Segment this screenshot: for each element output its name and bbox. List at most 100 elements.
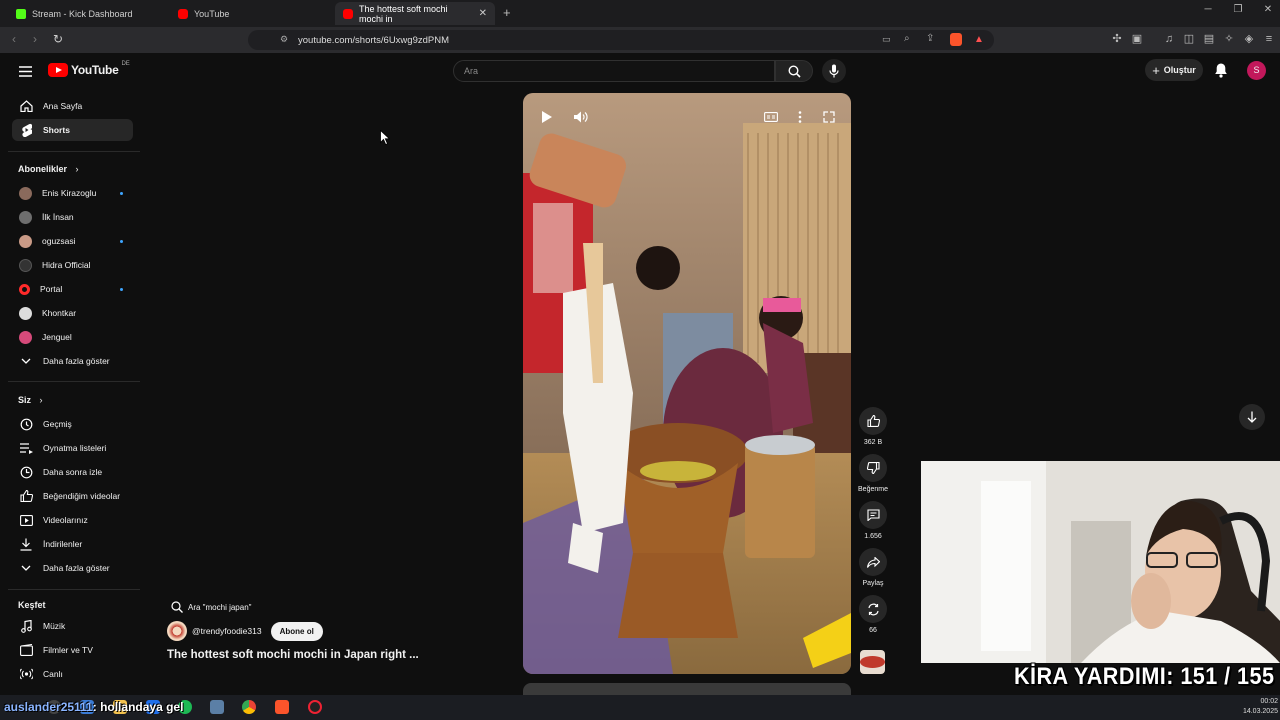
subscriptions-heading[interactable]: Abonelikler › (18, 164, 79, 174)
sidebar-item-ilk-insan[interactable]: İlk İnsan (12, 206, 133, 228)
home-icon (19, 99, 33, 113)
wallet-icon[interactable]: ▤ (1203, 33, 1215, 45)
site-info-icon[interactable]: ⚙ (280, 34, 288, 45)
volume-icon[interactable] (569, 105, 593, 129)
short-title[interactable]: The hottest soft mochi mochi in Japan ri… (167, 649, 419, 661)
channel-avatar[interactable] (167, 621, 187, 641)
maximize-icon[interactable]: ❐ (1223, 4, 1253, 15)
sidebar-item-history[interactable]: Geçmiş (12, 413, 133, 435)
sidebar-item-movies-tv[interactable]: Filmler ve TV (12, 639, 133, 661)
search-input[interactable]: Ara (453, 60, 775, 82)
show-more-you[interactable]: Daha fazla göster (12, 557, 133, 579)
tab-kick-dashboard[interactable]: Stream - Kick Dashboard (8, 2, 168, 25)
sidebar-item-label: Shorts (43, 125, 70, 135)
next-short-preview[interactable] (523, 683, 851, 695)
sidebar-item-shorts[interactable]: Shorts (12, 119, 133, 141)
voice-search-button[interactable] (822, 59, 846, 83)
sidebar-item-label: Geçmiş (43, 419, 72, 429)
search-button[interactable] (775, 60, 813, 82)
chrome-icon[interactable] (242, 700, 256, 714)
media-icon[interactable]: ♫ (1163, 33, 1175, 45)
brave-icon[interactable] (275, 700, 289, 714)
tab-label: Stream - Kick Dashboard (32, 8, 133, 19)
sidebar-item-watch-later[interactable]: Daha sonra izle (12, 461, 133, 483)
remix-button[interactable]: 66 (858, 595, 888, 634)
new-tab-icon[interactable]: + (503, 5, 511, 20)
brave-rewards-icon[interactable]: ▲ (974, 34, 984, 45)
tab-current-short[interactable]: The hottest soft mochi mochi in ✕ (335, 2, 495, 25)
sidebar-item-label: Khontkar (42, 308, 77, 318)
avatar[interactable]: S (1247, 61, 1266, 80)
sidebar-item-enis-kirazoglu[interactable]: Enis Kirazoglu (12, 182, 133, 204)
you-title: Siz (18, 395, 32, 405)
captions-icon[interactable] (759, 105, 783, 129)
create-button[interactable]: + Oluştur (1145, 59, 1203, 81)
sound-thumbnail[interactable] (860, 650, 885, 674)
reload-icon[interactable]: ↻ (53, 32, 63, 46)
sidebar-item-live[interactable]: Canlı (12, 663, 133, 685)
menu-icon[interactable]: ≡ (1263, 33, 1275, 45)
sidebar-item-khontkar[interactable]: Khontkar (12, 302, 133, 324)
comment-icon (859, 501, 887, 529)
show-more-label: Daha fazla göster (43, 563, 110, 573)
youtube-logo[interactable]: YouTube DE (48, 61, 130, 77)
shorts-video-player[interactable] (523, 93, 851, 674)
channel-avatar (19, 306, 32, 320)
share-button[interactable]: Paylaş (858, 548, 888, 587)
sidebar-item-jenguel[interactable]: Jenguel (12, 326, 133, 348)
you-heading[interactable]: Siz › (18, 395, 43, 405)
kick-icon (16, 8, 26, 19)
show-more-subscriptions[interactable]: Daha fazla göster (12, 350, 133, 372)
calculator-icon[interactable] (210, 700, 224, 714)
live-dot (120, 287, 123, 291)
guide-menu-icon[interactable] (19, 64, 32, 82)
youtube-play-icon (48, 63, 68, 77)
notifications-bell-icon[interactable] (1214, 62, 1228, 78)
search-suggestion-chip[interactable]: Ara "mochi japan" (167, 598, 258, 616)
back-icon[interactable]: ‹ (12, 32, 16, 46)
sidebar-item-label: İndirilenler (43, 539, 83, 549)
obs-icon[interactable] (308, 700, 322, 714)
sidebar-item-your-videos[interactable]: Videolarınız (12, 509, 133, 531)
system-clock[interactable]: 00:02 14.03.2025 (1238, 697, 1278, 717)
brave-shield-icon[interactable] (950, 33, 962, 46)
sidebar-item-home[interactable]: Ana Sayfa (12, 95, 133, 117)
dislike-button[interactable]: Beğenme (858, 454, 888, 493)
sidebar-item-liked-videos[interactable]: Beğendiğim videolar (12, 485, 133, 507)
sidebar-panel-icon[interactable]: ▣ (1131, 33, 1143, 45)
sidebar-item-oguzsasi[interactable]: oguzsasi (12, 230, 133, 252)
close-window-icon[interactable]: ✕ (1253, 4, 1280, 15)
split-view-icon[interactable]: ◫ (1183, 33, 1195, 45)
share-page-icon[interactable]: ⇪ (926, 33, 934, 44)
next-short-button[interactable] (1239, 404, 1265, 430)
tab-label: YouTube (194, 8, 230, 19)
sidebar-item-downloads[interactable]: İndirilenler (12, 533, 133, 555)
sidebar-item-playlists[interactable]: Oynatma listeleri (12, 437, 133, 459)
forward-icon[interactable]: › (33, 32, 37, 46)
fullscreen-icon[interactable] (817, 105, 841, 129)
minimize-icon[interactable]: ─ (1193, 4, 1223, 15)
sidebar-item-music[interactable]: Müzik (12, 615, 133, 637)
sidebar-item-label: Filmler ve TV (43, 645, 93, 655)
comments-button[interactable]: 1.656 (858, 501, 888, 540)
leo-ai-icon[interactable]: ✧ (1223, 33, 1235, 45)
url-bar[interactable]: ⚙ youtube.com/shorts/6Uxwg9zdPNM ▭ ⌕ ⇪ ▲ (248, 30, 994, 50)
subscribe-button[interactable]: Abone ol (270, 621, 323, 641)
channel-handle[interactable]: @trendyfoodie313 (192, 626, 262, 636)
chevron-right-icon: › (39, 395, 43, 405)
close-tab-icon[interactable]: ✕ (479, 8, 487, 19)
video-frame (523, 93, 851, 674)
zoom-icon[interactable]: ⌕ (904, 33, 910, 44)
like-button[interactable]: 362 B (858, 407, 888, 446)
vpn-icon[interactable]: ◈ (1243, 33, 1255, 45)
tab-youtube[interactable]: YouTube (170, 2, 330, 25)
extensions-icon[interactable]: ✣ (1111, 33, 1123, 45)
plus-icon: + (1152, 62, 1160, 78)
cast-icon[interactable]: ▭ (882, 34, 891, 45)
sidebar-item-portal[interactable]: Portal (12, 278, 133, 300)
browser-toolbar: ‹ › ↻ ⚙ youtube.com/shorts/6Uxwg9zdPNM ▭… (0, 27, 1280, 53)
play-icon[interactable] (535, 105, 559, 129)
sidebar-item-hidra-official[interactable]: Hidra Official (12, 254, 133, 276)
more-options-icon[interactable] (788, 105, 812, 129)
sound-thumbnail-art (860, 656, 885, 668)
